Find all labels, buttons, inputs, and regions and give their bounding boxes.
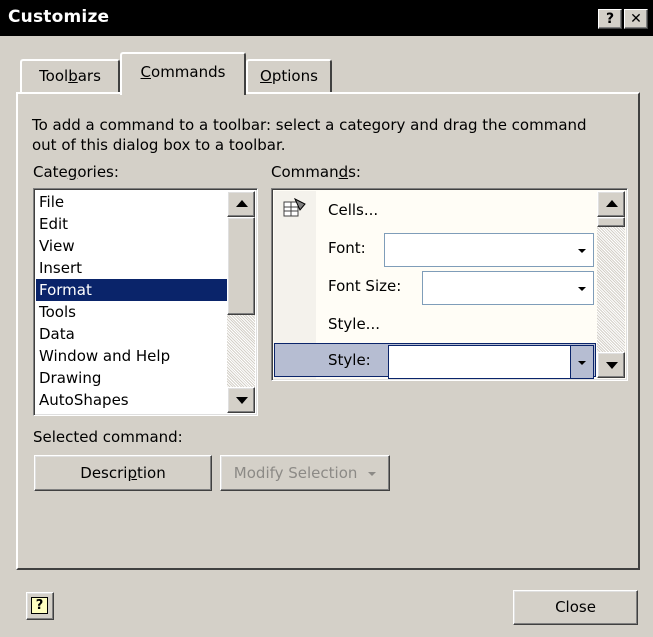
format-cells-icon: [283, 198, 306, 217]
instruction-text: To add a command to a toolbar: select a …: [32, 116, 587, 154]
close-window-button[interactable]: ✕: [624, 9, 648, 29]
window-title: Customize: [8, 7, 110, 27]
help-button[interactable]: ?: [598, 9, 622, 29]
down-arrow-icon: [236, 397, 248, 404]
commands-scroll-thumb[interactable]: [597, 217, 625, 227]
commands-label: Commands:: [271, 163, 361, 181]
combo-dropdown-icon: [571, 272, 593, 304]
command-item[interactable]: Cells...: [328, 190, 378, 230]
command-combo-preview: [384, 233, 594, 267]
scroll-thumb[interactable]: [227, 217, 255, 315]
help-icon-button[interactable]: ?: [26, 592, 54, 620]
tab-toolbars-label: Toolbars: [39, 67, 101, 85]
up-arrow-icon: [236, 200, 248, 207]
combo-dropdown-icon: [571, 234, 593, 266]
command-combo-preview: [422, 271, 594, 305]
categories-scrollbar[interactable]: [227, 191, 255, 413]
category-item[interactable]: File: [36, 191, 227, 213]
command-item[interactable]: Font Size:: [328, 266, 401, 306]
commands-scroll-up-button[interactable]: [597, 191, 625, 217]
category-item[interactable]: Window and Help: [36, 345, 227, 367]
command-combo-preview: [388, 345, 594, 379]
scroll-down-button[interactable]: [227, 387, 255, 413]
tab-commands[interactable]: Commands: [120, 52, 246, 95]
help-question-icon: ?: [31, 597, 48, 614]
command-item[interactable]: Font:: [328, 228, 366, 268]
tab-toolbars[interactable]: Toolbars: [20, 59, 120, 94]
category-item[interactable]: Drawing: [36, 367, 227, 389]
modify-selection-button[interactable]: Modify Selection: [220, 455, 390, 491]
selected-command-label: Selected command:: [33, 428, 183, 446]
combo-dropdown-icon: [570, 346, 593, 378]
down-arrow-icon: [606, 362, 618, 369]
title-bar: Customize ? ✕: [0, 0, 653, 36]
category-item[interactable]: Edit: [36, 213, 227, 235]
categories-listbox[interactable]: File Edit View Insert Format Tools Data Window …: [33, 188, 258, 416]
tab-options[interactable]: Options: [246, 59, 332, 94]
dropdown-arrow-icon: [368, 471, 377, 476]
category-item[interactable]: Insert: [36, 257, 227, 279]
command-item[interactable]: Style...: [328, 304, 380, 344]
category-item[interactable]: Tools: [36, 301, 227, 323]
commands-scroll-down-button[interactable]: [597, 352, 625, 378]
category-item[interactable]: AutoShapes: [36, 389, 227, 411]
category-item[interactable]: Format: [36, 279, 227, 301]
command-item[interactable]: Style:: [328, 340, 371, 380]
up-arrow-icon: [606, 200, 618, 207]
tab-commands-label: Commands: [140, 63, 226, 81]
scroll-up-button[interactable]: [227, 191, 255, 217]
categories-label: Categories:: [33, 163, 119, 181]
category-item[interactable]: View: [36, 235, 227, 257]
commands-scrollbar[interactable]: [597, 191, 625, 378]
modify-selection-label: Modify Selection: [233, 464, 358, 482]
commands-listbox[interactable]: Cells... Font: Font Size: Style... Style:: [271, 188, 628, 381]
category-item[interactable]: Data: [36, 323, 227, 345]
description-button-label: Description: [80, 464, 166, 482]
close-button[interactable]: Close: [513, 590, 638, 625]
description-button[interactable]: Description: [34, 455, 212, 491]
tab-options-label: Options: [260, 67, 318, 85]
